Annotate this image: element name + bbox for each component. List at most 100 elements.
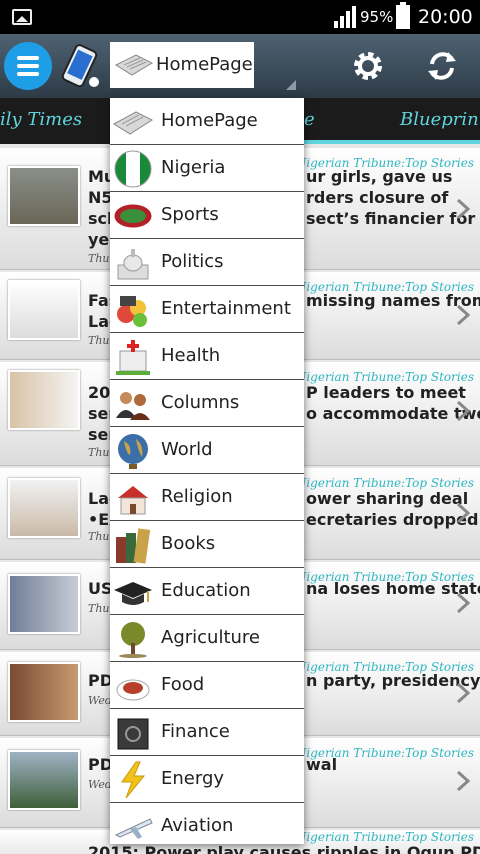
dropdown-item-education[interactable]: Education [110, 568, 304, 615]
dropdown-item-health[interactable]: Health [110, 333, 304, 380]
chevron-right-icon [456, 400, 471, 422]
section-spinner[interactable]: HomePage [110, 42, 254, 88]
dropdown-item-label: Religion [161, 486, 233, 507]
chevron-right-icon [456, 502, 471, 524]
news-date: Thu [88, 334, 110, 347]
chevron-right-icon [456, 592, 471, 614]
dropdown-item-label: Education [161, 580, 251, 601]
news-thumbnail [8, 370, 80, 430]
chevron-right-icon [456, 682, 471, 704]
newspaper-icon [114, 54, 154, 76]
clock: 20:00 [418, 6, 473, 28]
tab-daily-times[interactable]: ily Times [0, 109, 82, 130]
dropdown-item-agriculture[interactable]: Agriculture [110, 615, 304, 662]
dropdown-item-label: Finance [161, 721, 230, 742]
dropdown-item-finance[interactable]: Finance [110, 709, 304, 756]
dropdown-item-energy[interactable]: Energy [110, 756, 304, 803]
dropdown-item-label: Nigeria [161, 157, 226, 178]
news-thumbnail [8, 280, 80, 340]
news-title-line: rders closure of [306, 188, 449, 207]
news-title-line: scl [88, 209, 113, 228]
chevron-right-icon [456, 770, 471, 792]
dropdown-item-aviation[interactable]: Aviation [110, 803, 304, 844]
spinner-value: HomePage [156, 54, 253, 75]
dropdown-item-label: Health [161, 345, 221, 366]
news-thumbnail [8, 574, 80, 634]
phone-logo-icon [61, 44, 99, 88]
safe-icon [117, 718, 149, 750]
tab-blueprint[interactable]: Blueprin [400, 109, 479, 130]
people-icon [116, 392, 150, 420]
newspaper-icon [113, 111, 154, 135]
dropdown-item-columns[interactable]: Columns [110, 380, 304, 427]
dropdown-item-world[interactable]: World [110, 427, 304, 474]
menu-icon [17, 56, 39, 60]
menu-button[interactable] [4, 42, 52, 90]
news-date: Thu [88, 252, 110, 265]
news-title-line: N5 [88, 188, 113, 207]
dropdown-item-religion[interactable]: Religion [110, 474, 304, 521]
news-title-line: ower sharing deal [306, 489, 469, 508]
dropdown-item-food[interactable]: Food [110, 662, 304, 709]
tab-tribune[interactable]: e [304, 109, 315, 130]
dropdown-item-sports[interactable]: Sports [110, 192, 304, 239]
news-thumbnail [8, 478, 80, 538]
lightning-icon [121, 761, 146, 799]
spinner-arrow-icon [286, 80, 296, 90]
church-icon [118, 486, 148, 515]
action-bar: HomePage [0, 34, 480, 98]
news-title-line: wal [306, 755, 338, 774]
news-date: Thu [88, 530, 110, 543]
news-title-line: ur girls, gave us [306, 167, 453, 186]
stadium-icon [113, 203, 153, 229]
dropdown-item-entertainment[interactable]: Entertainment [110, 286, 304, 333]
chevron-right-icon [456, 304, 471, 326]
dropdown-item-label: Books [161, 533, 216, 554]
dropdown-item-homepage[interactable]: HomePage [110, 98, 304, 145]
signal-icon [334, 6, 356, 28]
graduation-cap-icon [114, 582, 152, 605]
food-icon [116, 679, 150, 701]
dropdown-item-label: Food [161, 674, 205, 695]
dropdown-item-label: Aviation [161, 815, 234, 836]
dropdown-item-label: Sports [161, 204, 219, 225]
news-title-line: P leaders to meet [306, 383, 466, 402]
news-title-line: US [88, 579, 113, 598]
battery-icon [396, 2, 410, 29]
dropdown-item-books[interactable]: Books [110, 521, 304, 568]
battery-percent: 95% [360, 8, 394, 26]
news-thumbnail [8, 662, 80, 722]
image-notification-icon [12, 9, 32, 25]
nigeria-flag-icon [114, 150, 152, 188]
dropdown-item-label: Energy [161, 768, 225, 789]
books-icon [116, 528, 151, 564]
dropdown-item-label: Entertainment [161, 298, 291, 319]
tree-icon [119, 622, 147, 658]
dropdown-item-label: Columns [161, 392, 240, 413]
section-dropdown-menu: HomePage Nigeria Sports Politics Enterta… [110, 98, 304, 844]
menu-icon-line [17, 72, 39, 76]
airplane-icon [114, 818, 153, 839]
news-thumbnail [8, 166, 80, 226]
refresh-icon[interactable] [424, 48, 460, 84]
dropdown-item-label: World [161, 439, 213, 460]
news-date: Wed [88, 694, 112, 707]
news-date: Wed [88, 778, 112, 791]
dropdown-item-label: HomePage [161, 110, 258, 131]
hospital-icon [116, 340, 150, 375]
globe-icon [118, 434, 148, 469]
news-title-line: ecretaries dropped [306, 510, 479, 529]
news-thumbnail [8, 750, 80, 810]
capitol-icon [117, 249, 149, 280]
dropdown-item-label: Politics [161, 251, 224, 272]
dropdown-item-politics[interactable]: Politics [110, 239, 304, 286]
chevron-right-icon [456, 198, 471, 220]
status-bar: 95% 20:00 [0, 0, 480, 34]
menu-icon-line [17, 64, 39, 68]
news-date: Thu [88, 602, 110, 615]
entertainment-icon [117, 296, 147, 327]
dropdown-item-label: Agriculture [161, 627, 260, 648]
dropdown-item-nigeria[interactable]: Nigeria [110, 145, 304, 192]
gear-icon[interactable] [350, 48, 386, 84]
news-date: Thu [88, 446, 110, 459]
